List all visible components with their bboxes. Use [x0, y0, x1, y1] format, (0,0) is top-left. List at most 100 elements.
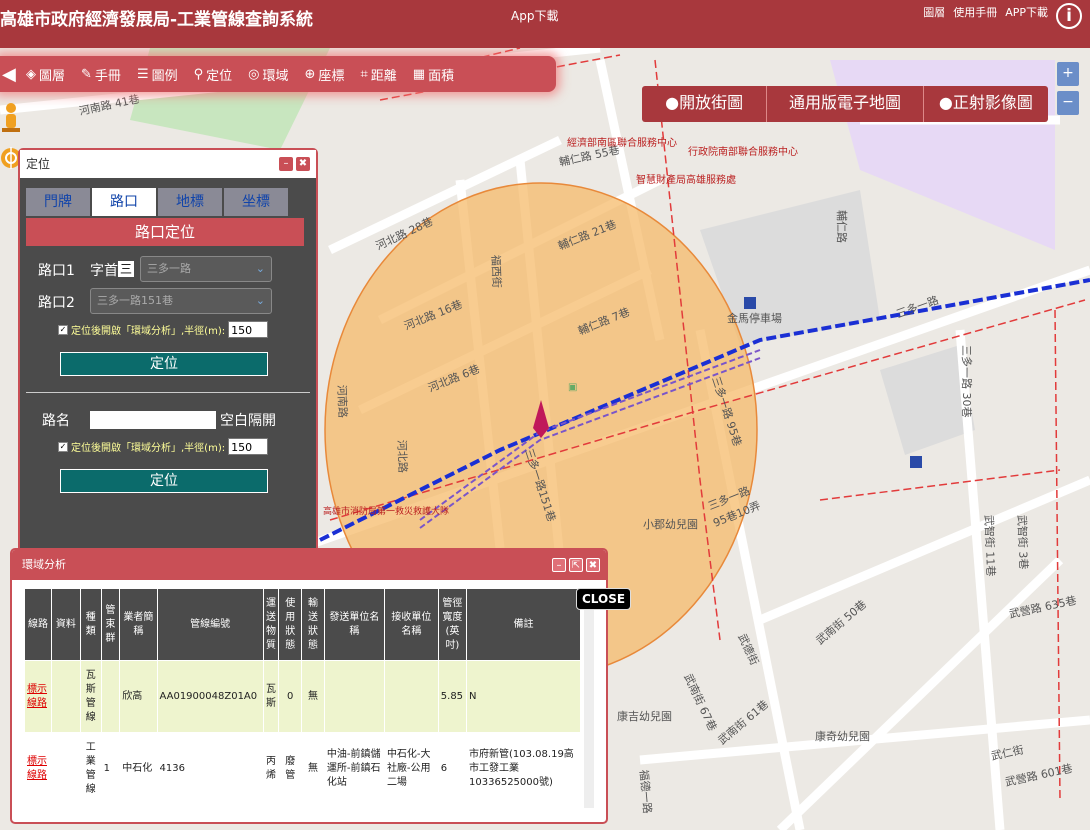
info-icon[interactable]: i [1056, 3, 1082, 29]
toolbar-locate[interactable]: ⚲ 定位 [188, 65, 239, 84]
column-header: 管線編號 [156, 588, 264, 661]
basemap-osm-button[interactable]: ●開放街圖 [642, 86, 768, 122]
table-cell: 無 [301, 732, 325, 805]
area-icon: ▦ [412, 66, 426, 82]
column-header: 種類 [79, 588, 102, 661]
show-line-link[interactable]: 標示線路 [24, 732, 52, 805]
buffer-analysis-panel: 環域分析 – ⇱ ✖ 線路 資料 種類 管束群 業者簡稱 管線編號 運送物質 使用狀態 輸送狀態 發送… [10, 548, 608, 824]
svg-text:小郡幼兒園: 小郡幼兒園 [643, 518, 698, 531]
toolbar-area[interactable]: ▦ 面積 [407, 65, 460, 84]
locate-road-button[interactable]: 定位 [60, 469, 268, 493]
header-link-app-download[interactable]: APP下載 [1005, 4, 1048, 20]
table-cell [323, 660, 385, 733]
table-cell: N [466, 660, 581, 733]
buffer-panel-titlebar: 環域分析 – ⇱ ✖ [12, 550, 606, 580]
toolbar-legend[interactable]: ☰ 圖例 [131, 65, 184, 84]
close-tooltip[interactable]: CLOSE [576, 588, 632, 610]
collapse-toolbar-button[interactable]: ◀ [2, 64, 16, 85]
header-link-manual[interactable]: 使用手冊 [953, 4, 997, 20]
toolbar-distance[interactable]: ⌗ 距離 [354, 65, 402, 84]
chevron-down-icon: ⌄ [255, 294, 265, 307]
tab-coordinate[interactable]: 坐標 [224, 188, 290, 216]
first-char-input[interactable]: 三 [118, 261, 134, 277]
table-cell: 5.85 [437, 660, 468, 733]
toolbar-buffer[interactable]: ◎ 環域 [242, 65, 294, 84]
header-link-layers[interactable]: 圖層 [923, 4, 945, 20]
app-header: 高雄市政府經濟發展局-工業管線查詢系統 App下載 圖層 使用手冊 APP下載 … [0, 0, 1090, 48]
buffer-checkbox-2[interactable]: ✓ [58, 441, 68, 452]
toolbar-layers[interactable]: ◈ 圖層 [20, 65, 71, 84]
cross1-label: 路口1 [38, 263, 75, 279]
road-name-label: 路名 [42, 413, 70, 429]
locate-panel: 定位 – ✖ 門牌 路口 地標 坐標 路口定位 路口1 字首 三 三多一路 ⌄ 路口… [18, 148, 318, 560]
column-header: 接收單位名稱 [383, 588, 439, 661]
svg-text:福西街: 福西街 [489, 255, 504, 288]
table-cell: 廢管 [278, 732, 303, 805]
tab-intersection[interactable]: 路口 [92, 188, 158, 216]
tab-landmark[interactable]: 地標 [158, 188, 224, 216]
locate-panel-titlebar: 定位 – ✖ [20, 150, 316, 178]
svg-text:▣: ▣ [568, 382, 577, 393]
toolbar-label: 座標 [318, 68, 345, 84]
svg-text:高雄市消防局第一救災救護大隊: 高雄市消防局第一救災救護大隊 [323, 505, 449, 517]
minimize-icon[interactable]: – [552, 558, 566, 572]
svg-text:金馬停車場: 金馬停車場 [727, 311, 782, 325]
radius-input-2[interactable]: 150 [228, 438, 269, 455]
svg-text:經濟部南區聯合服務中心: 經濟部南區聯合服務中心 [567, 136, 677, 149]
column-header: 資料 [50, 588, 81, 661]
zoom-out-button[interactable]: − [1057, 91, 1079, 115]
street-view-pegman-icon[interactable] [0, 102, 22, 136]
buffer-checkbox-1[interactable]: ✓ [58, 324, 68, 335]
chevron-down-icon: ⌄ [255, 262, 265, 275]
svg-text:武智街 11巷: 武智街 11巷 [982, 515, 998, 577]
buffer-option-label: 定位後開啟「環域分析」,半徑(m): [71, 443, 226, 454]
minimize-icon[interactable]: – [279, 157, 293, 171]
first-char-label: 字首 [90, 263, 118, 279]
toolbar-coordinate[interactable]: ⊕ 座標 [299, 65, 351, 84]
close-icon[interactable]: ✖ [586, 558, 600, 572]
svg-text:三多一路 30巷: 三多一路 30巷 [960, 345, 974, 418]
app-title: 高雄市政府經濟發展局-工業管線查詢系統 [0, 10, 314, 30]
zoom-in-button[interactable]: + [1057, 62, 1079, 86]
show-line-link[interactable]: 標示線路 [24, 660, 52, 733]
svg-text:輔仁路: 輔仁路 [835, 210, 848, 243]
radius-input-1[interactable]: 150 [228, 321, 269, 338]
distance-icon: ⌗ [360, 66, 368, 82]
table-cell: 無 [301, 660, 325, 733]
locate-icon: ⚲ [193, 66, 204, 82]
tab-house-number[interactable]: 門牌 [26, 188, 92, 216]
table-cell: AA01900048Z01A0 [156, 660, 264, 733]
locate-intersection-button[interactable]: 定位 [60, 352, 268, 376]
table-cell [50, 660, 81, 733]
road-hint: 空白隔開 [220, 413, 276, 429]
column-header: 管徑寬度(英吋) [437, 588, 468, 661]
buffer-icon: ◎ [248, 66, 260, 82]
column-header: 運送物質 [262, 588, 280, 661]
cross1-select[interactable]: 三多一路 ⌄ [140, 256, 272, 282]
table-cell: 6 [437, 732, 468, 805]
cross2-select[interactable]: 三多一路151巷 ⌄ [90, 288, 272, 314]
road-name-input[interactable] [90, 411, 216, 429]
cross2-select-value: 三多一路151巷 [97, 294, 173, 307]
table-cell [100, 660, 121, 733]
toolbar-manual[interactable]: ✎ 手冊 [75, 65, 127, 84]
table-cell: 4136 [156, 732, 264, 805]
section-title: 路口定位 [26, 218, 304, 246]
table-cell: 欣高 [119, 660, 158, 733]
svg-text:智慧財產局高雄服務處: 智慧財產局高雄服務處 [636, 173, 736, 186]
app-download-link[interactable]: App下載 [511, 7, 558, 24]
locate-panel-title: 定位 [26, 157, 51, 171]
basemap-ortho-button[interactable]: ●正射影像圖 [924, 86, 1048, 122]
column-header: 輸送狀態 [301, 588, 325, 661]
toolbar-label: 面積 [428, 68, 455, 84]
popout-icon[interactable]: ⇱ [569, 558, 583, 572]
zoom-control: + − [1057, 62, 1079, 120]
svg-text:武智街 3巷: 武智街 3巷 [1015, 515, 1031, 570]
toolbar-label: 定位 [206, 68, 233, 84]
table-cell: 市府新管(103.08.19高市工發工業10336525000號) [466, 732, 581, 805]
table-scrollbar[interactable] [584, 588, 594, 808]
close-icon[interactable]: ✖ [296, 157, 310, 171]
buffer-option-2: ✓ 定位後開啟「環域分析」,半徑(m): 150 [58, 438, 269, 455]
basemap-emap-button[interactable]: 通用版電子地圖 [767, 86, 924, 122]
header-links: 圖層 使用手冊 APP下載 [923, 4, 1048, 20]
